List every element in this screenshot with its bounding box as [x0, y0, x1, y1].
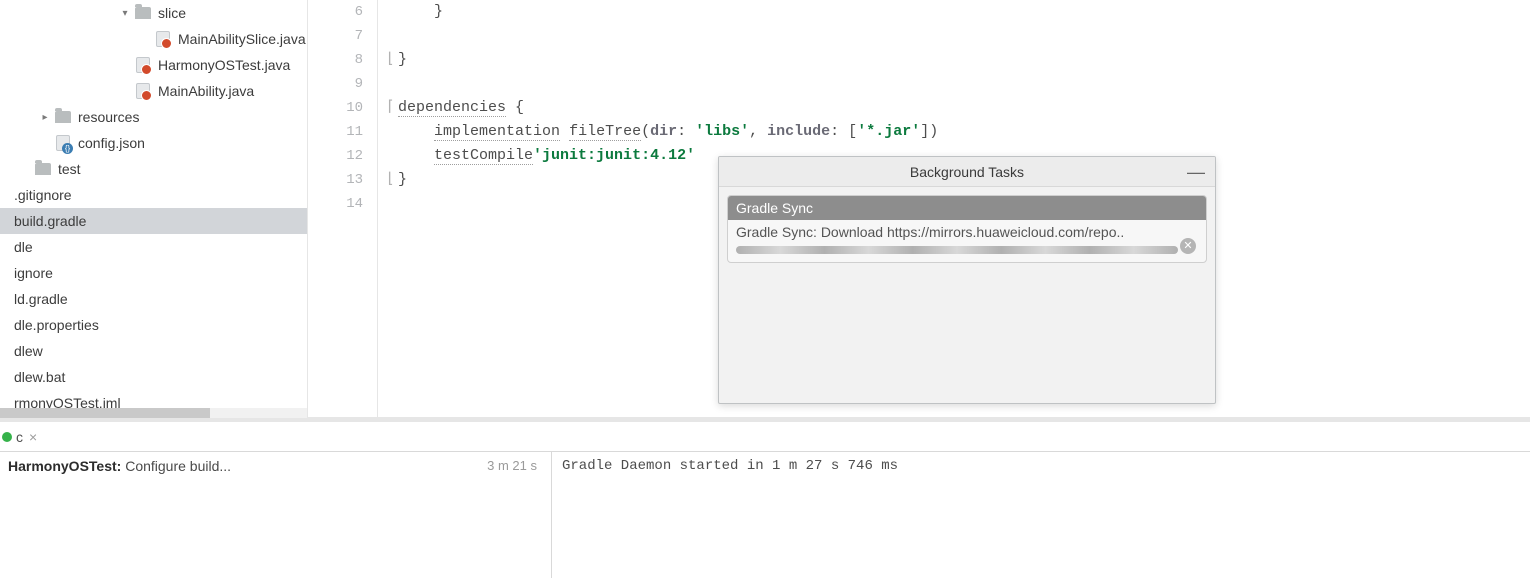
tree-item-label: .gitignore [14, 187, 72, 203]
tree-item[interactable]: ▸ resources [0, 104, 307, 130]
tree-item-label: dlew [14, 343, 43, 359]
tree-item-label: MainAbilitySlice.java [178, 31, 306, 47]
build-title: HarmonyOSTest: Configure build... [8, 458, 231, 572]
tree-item-label: dle [14, 239, 33, 255]
build-title-name: HarmonyOSTest: [8, 458, 121, 474]
build-panel: c × HarmonyOSTest: Configure build... 3 … [0, 418, 1530, 578]
fold-marker-icon [384, 24, 396, 48]
popup-title: Background Tasks [910, 164, 1024, 180]
fold-marker-icon[interactable]: ⌈ [384, 96, 396, 120]
build-elapsed: 3 m 21 s [487, 458, 543, 572]
tree-item[interactable]: dle.properties [0, 312, 307, 338]
tree-item-label: resources [78, 109, 139, 125]
tree-item[interactable]: dlew [0, 338, 307, 364]
tree-item-label: config.json [78, 135, 145, 151]
java-file-icon [134, 56, 152, 74]
code-line[interactable] [378, 24, 1530, 48]
fold-marker-icon [384, 192, 396, 216]
fold-marker-icon [384, 0, 396, 24]
fold-marker-icon[interactable]: ⌊ [384, 168, 396, 192]
line-number[interactable]: 6 [308, 0, 377, 24]
tree-item-label: dle.properties [14, 317, 99, 333]
tree-item[interactable]: build.gradle [0, 208, 307, 234]
tree-item[interactable]: MainAbilitySlice.java [0, 26, 307, 52]
build-console[interactable]: Gradle Daemon started in 1 m 27 s 746 ms [552, 452, 1530, 578]
cancel-task-icon[interactable]: ✕ [1180, 238, 1196, 254]
console-line: Gradle Daemon started in 1 m 27 s 746 ms [562, 458, 898, 474]
task-card: Gradle Sync Gradle Sync: Download https:… [727, 195, 1207, 263]
task-progress-bar [736, 246, 1178, 254]
tree-item-label: dlew.bat [14, 369, 65, 385]
code-line[interactable]: ⌊} [378, 48, 1530, 72]
chevron-down-icon[interactable]: ▾ [120, 8, 130, 19]
popup-title-bar[interactable]: Background Tasks — [719, 157, 1215, 187]
fold-marker-icon [384, 72, 396, 96]
folder-icon [134, 4, 152, 22]
fold-marker-icon [384, 120, 396, 144]
sync-status-icon [2, 432, 12, 442]
java-file-icon [134, 82, 152, 100]
tree-item-label: slice [158, 5, 186, 21]
minimize-icon[interactable]: — [1187, 157, 1205, 187]
tree-item-label: build.gradle [14, 213, 86, 229]
code-line[interactable]: } [378, 0, 1530, 24]
background-tasks-popup[interactable]: Background Tasks — Gradle Sync Gradle Sy… [718, 156, 1216, 404]
folder-icon [34, 160, 52, 178]
code-line[interactable]: ⌈dependencies { [378, 96, 1530, 120]
tree-item[interactable]: ignore [0, 260, 307, 286]
java-file-icon [154, 30, 172, 48]
chevron-right-icon[interactable]: ▸ [40, 112, 50, 123]
line-number[interactable]: 14 [308, 192, 377, 216]
line-number[interactable]: 8 [308, 48, 377, 72]
folder-icon [54, 108, 72, 126]
tree-item[interactable]: HarmonyOSTest.java [0, 52, 307, 78]
tree-item[interactable]: MainAbility.java [0, 78, 307, 104]
build-title-action: Configure build... [121, 458, 231, 474]
tree-item[interactable]: .gitignore [0, 182, 307, 208]
tree-item[interactable]: test [0, 156, 307, 182]
line-number[interactable]: 11 [308, 120, 377, 144]
tree-item-label: test [58, 161, 81, 177]
tree-item[interactable]: ▾ slice [0, 0, 307, 26]
tree-item[interactable]: config.json [0, 130, 307, 156]
build-tab-label[interactable]: c [16, 429, 23, 445]
close-icon[interactable]: × [29, 429, 37, 445]
tree-item[interactable]: dle [0, 234, 307, 260]
tree-item[interactable]: dlew.bat [0, 364, 307, 390]
line-number[interactable]: 13 [308, 168, 377, 192]
line-number[interactable]: 10 [308, 96, 377, 120]
editor-gutter: 67891011121314 [308, 0, 378, 417]
tree-item-label: ignore [14, 265, 53, 281]
code-line[interactable]: implementation fileTree(dir: 'libs', inc… [378, 120, 1530, 144]
tree-item-label: ld.gradle [14, 291, 68, 307]
project-tree[interactable]: ▾ slice MainAbilitySlice.java HarmonyOSTest… [0, 0, 308, 418]
fold-marker-icon [384, 144, 396, 168]
task-detail: Gradle Sync: Download https://mirrors.hu… [728, 220, 1206, 244]
tree-item-label: MainAbility.java [158, 83, 254, 99]
json-file-icon [54, 134, 72, 152]
tree-item[interactable]: ld.gradle [0, 286, 307, 312]
code-line[interactable] [378, 72, 1530, 96]
tree-item-label: HarmonyOSTest.java [158, 57, 290, 73]
line-number[interactable]: 7 [308, 24, 377, 48]
line-number[interactable]: 9 [308, 72, 377, 96]
tree-scroll-thumb[interactable] [0, 408, 210, 418]
fold-marker-icon[interactable]: ⌊ [384, 48, 396, 72]
tree-scrollbar[interactable] [0, 408, 307, 418]
line-number[interactable]: 12 [308, 144, 377, 168]
task-name: Gradle Sync [728, 196, 1206, 220]
build-progress-pane: HarmonyOSTest: Configure build... 3 m 21… [0, 452, 552, 578]
